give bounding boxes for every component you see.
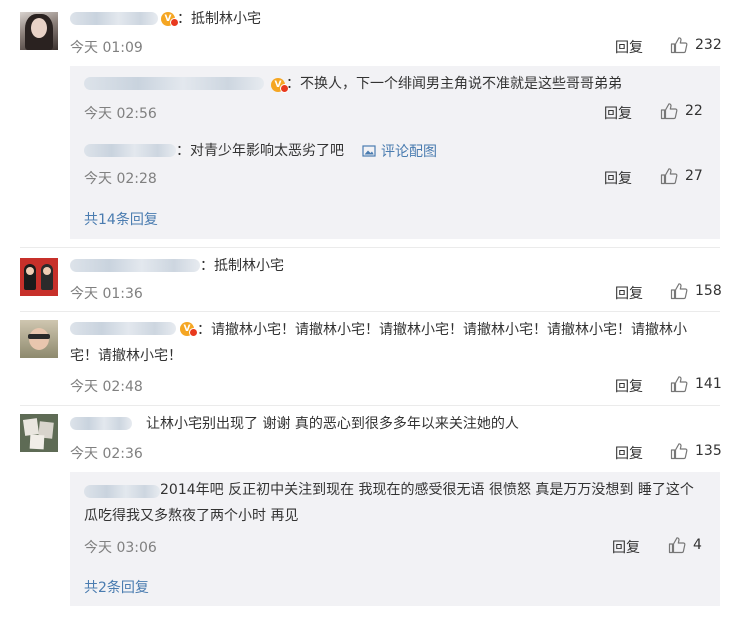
reply-button[interactable]: 回复 xyxy=(615,283,643,303)
sub-reply-text: ：对青少年影响太恶劣了吧 xyxy=(176,143,344,159)
vip-badge-icon: V xyxy=(271,78,289,93)
reply-button[interactable]: 回复 xyxy=(612,537,640,557)
like-button[interactable]: 141 xyxy=(670,375,722,393)
avatar[interactable] xyxy=(20,414,58,452)
username-blurred[interactable] xyxy=(84,144,176,157)
thumbs-up-icon xyxy=(670,283,688,300)
thumbs-up-icon xyxy=(660,103,678,120)
sub-reply-time: 今天 03:06 xyxy=(84,540,157,556)
like-button[interactable]: 27 xyxy=(660,167,703,185)
comment-text: ：请撤林小宅！请撤林小宅！请撤林小宅！请撤林小宅！请撤林小宅！请撤林小宅！请撤林… xyxy=(70,322,687,364)
thumbs-up-icon xyxy=(670,376,688,393)
username-blurred[interactable] xyxy=(70,259,200,272)
image-link[interactable]: 评论配图 xyxy=(362,141,437,161)
sub-reply-text: 2014年吧 反正初中关注到现在 我现在的感受很无语 很愤怒 真是万万没想到 睡… xyxy=(84,482,694,524)
reply-button[interactable]: 回复 xyxy=(615,376,643,396)
divider xyxy=(20,311,720,312)
thumbs-up-icon xyxy=(660,168,678,185)
sub-reply-time: 今天 02:56 xyxy=(84,106,157,122)
avatar[interactable] xyxy=(20,258,58,296)
sub-replies-panel: V ：不换人，下一个绯闻男主角说不准就是这些哥哥弟弟 今天 02:56 回复 2… xyxy=(70,66,720,239)
comment-text: ：抵制林小宅 xyxy=(177,11,261,27)
reply-button[interactable]: 回复 xyxy=(604,168,632,188)
comment-time: 今天 01:36 xyxy=(70,286,143,302)
more-replies-link[interactable]: 共14条回复 xyxy=(84,209,158,229)
like-count: 232 xyxy=(695,37,722,53)
like-button[interactable]: 135 xyxy=(670,442,722,460)
like-count: 135 xyxy=(695,443,722,459)
image-icon xyxy=(362,145,376,157)
avatar[interactable] xyxy=(20,12,58,50)
like-button[interactable]: 232 xyxy=(670,36,722,54)
reply-button[interactable]: 回复 xyxy=(615,443,643,463)
sub-reply-text: ：不换人，下一个绯闻男主角说不准就是这些哥哥弟弟 xyxy=(286,76,622,92)
like-count: 4 xyxy=(693,537,702,553)
divider xyxy=(20,247,720,248)
username-blurred[interactable] xyxy=(70,12,158,25)
divider xyxy=(20,405,720,406)
avatar[interactable] xyxy=(20,320,58,358)
like-count: 22 xyxy=(685,103,703,119)
comment-time: 今天 02:36 xyxy=(70,446,143,462)
like-button[interactable]: 158 xyxy=(670,282,722,300)
comment-time: 今天 02:48 xyxy=(70,379,143,395)
like-count: 158 xyxy=(695,283,722,299)
more-replies-link[interactable]: 共2条回复 xyxy=(84,577,149,597)
like-button[interactable]: 22 xyxy=(660,102,703,120)
username-blurred[interactable] xyxy=(70,417,132,430)
like-count: 27 xyxy=(685,168,703,184)
sub-reply-time: 今天 02:28 xyxy=(84,171,157,187)
like-count: 141 xyxy=(695,376,722,392)
username-blurred[interactable] xyxy=(84,77,264,90)
like-button[interactable]: 4 xyxy=(668,536,702,554)
thumbs-up-icon xyxy=(670,37,688,54)
image-link-label: 评论配图 xyxy=(381,144,437,160)
vip-badge-icon: V xyxy=(161,12,179,27)
reply-button[interactable]: 回复 xyxy=(604,103,632,123)
comment-time: 今天 01:09 xyxy=(70,40,143,56)
reply-button[interactable]: 回复 xyxy=(615,37,643,57)
thumbs-up-icon xyxy=(670,443,688,460)
comment-text: ：抵制林小宅 xyxy=(200,258,284,274)
thumbs-up-icon xyxy=(668,537,686,554)
comment-text: 让林小宅别出现了 谢谢 真的恶心到很多多年以来关注她的人 xyxy=(146,416,519,432)
sub-replies-panel: 2014年吧 反正初中关注到现在 我现在的感受很无语 很愤怒 真是万万没想到 睡… xyxy=(70,472,720,606)
